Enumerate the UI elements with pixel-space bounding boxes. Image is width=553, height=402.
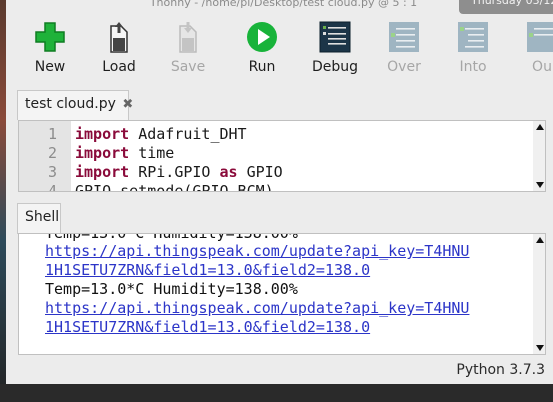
desktop-background-bottom bbox=[0, 384, 553, 402]
debug-button[interactable]: Debug bbox=[303, 16, 367, 80]
shell-output-link[interactable]: 1H1SETU7ZRN&field1=13.0&field2=138.0 bbox=[45, 261, 370, 280]
code-text: RPi.GPIO bbox=[129, 163, 220, 181]
code-line[interactable]: import Adafruit_DHT bbox=[75, 125, 247, 144]
step-out-icon bbox=[527, 22, 553, 52]
open-file-icon bbox=[110, 22, 128, 53]
line-number: 3 bbox=[47, 163, 57, 181]
save-button[interactable]: Save bbox=[156, 16, 220, 80]
taskbar-clock: Thursday 03/12 bbox=[459, 0, 553, 14]
code-editor[interactable]: 1 2 3 4 import Adafruit_DHT import time … bbox=[18, 120, 546, 192]
line-number-gutter: 1 2 3 4 bbox=[19, 121, 71, 192]
shell-output-link[interactable]: 1H1SETU7ZRN&field1=13.0&field2=138.0 bbox=[45, 318, 370, 337]
run-label: Run bbox=[248, 59, 276, 75]
tab-test-cloud-py[interactable]: test cloud.py ✖ bbox=[17, 90, 133, 120]
keyword: as bbox=[219, 163, 238, 181]
step-into-button[interactable]: Into bbox=[441, 16, 505, 80]
shell-scrollbar[interactable] bbox=[533, 234, 545, 354]
code-line[interactable]: import time bbox=[75, 144, 174, 163]
scroll-down-arrow-icon[interactable] bbox=[536, 182, 544, 188]
step-over-label: Over bbox=[387, 59, 421, 75]
shell-output-link[interactable]: https://api.thingspeak.com/update?api_ke… bbox=[45, 242, 469, 261]
editor-scrollbar[interactable] bbox=[533, 121, 545, 191]
step-into-label: Into bbox=[459, 59, 487, 75]
editor-tab-label: test cloud.py bbox=[25, 96, 116, 112]
thonny-window: Thonny - /home/pi/Desktop/test cloud.py … bbox=[6, 0, 553, 384]
scroll-down-arrow-icon[interactable] bbox=[536, 345, 544, 351]
step-out-button[interactable]: Ou bbox=[510, 16, 553, 80]
shell-console[interactable]: Temp=13.0*C Humidity=138.00% https://api… bbox=[18, 233, 546, 355]
save-label: Save bbox=[170, 59, 206, 75]
step-over-icon bbox=[389, 22, 419, 52]
new-label: New bbox=[34, 59, 66, 75]
interpreter-status[interactable]: Python 3.7.3 bbox=[456, 362, 545, 378]
debug-label: Debug bbox=[311, 59, 359, 75]
code-text: Adafruit_DHT bbox=[129, 125, 247, 143]
load-label: Load bbox=[102, 59, 136, 75]
code-line[interactable]: GPIO.setmode(GPIO.BCM) bbox=[75, 182, 274, 192]
load-button[interactable]: Load bbox=[87, 16, 151, 80]
keyword: import bbox=[75, 125, 130, 143]
shell-tab-label: Shell bbox=[25, 209, 60, 225]
close-tab-icon[interactable]: ✖ bbox=[122, 97, 133, 112]
shell-output-link[interactable]: https://api.thingspeak.com/update?api_ke… bbox=[45, 299, 469, 318]
toolbar: New Load Save Run Debug Over Into Ou bbox=[6, 16, 553, 80]
tab-shell[interactable]: Shell bbox=[17, 203, 61, 234]
new-button[interactable]: New bbox=[18, 16, 82, 80]
keyword: import bbox=[75, 163, 130, 181]
run-button[interactable]: Run bbox=[230, 16, 294, 80]
keyword: import bbox=[75, 144, 130, 162]
scroll-up-arrow-icon[interactable] bbox=[536, 237, 544, 243]
step-into-icon bbox=[458, 22, 488, 52]
debug-icon bbox=[319, 21, 351, 53]
step-out-label: Ou bbox=[532, 59, 552, 75]
new-file-plus-icon bbox=[35, 22, 65, 52]
code-text: GPIO.setmode(GPIO.BCM) bbox=[75, 182, 274, 192]
line-number: 1 bbox=[47, 125, 57, 143]
line-number: 4 bbox=[47, 182, 57, 192]
shell-output-line: Temp=13.0*C Humidity=138.00% bbox=[45, 280, 298, 298]
run-play-icon bbox=[247, 22, 277, 52]
save-icon bbox=[179, 22, 197, 53]
code-line[interactable]: import RPi.GPIO as GPIO bbox=[75, 163, 283, 182]
code-text: time bbox=[129, 144, 175, 162]
line-number: 2 bbox=[47, 144, 57, 162]
scroll-up-arrow-icon[interactable] bbox=[536, 124, 544, 130]
step-over-button[interactable]: Over bbox=[372, 16, 436, 80]
code-text: GPIO bbox=[237, 163, 283, 181]
